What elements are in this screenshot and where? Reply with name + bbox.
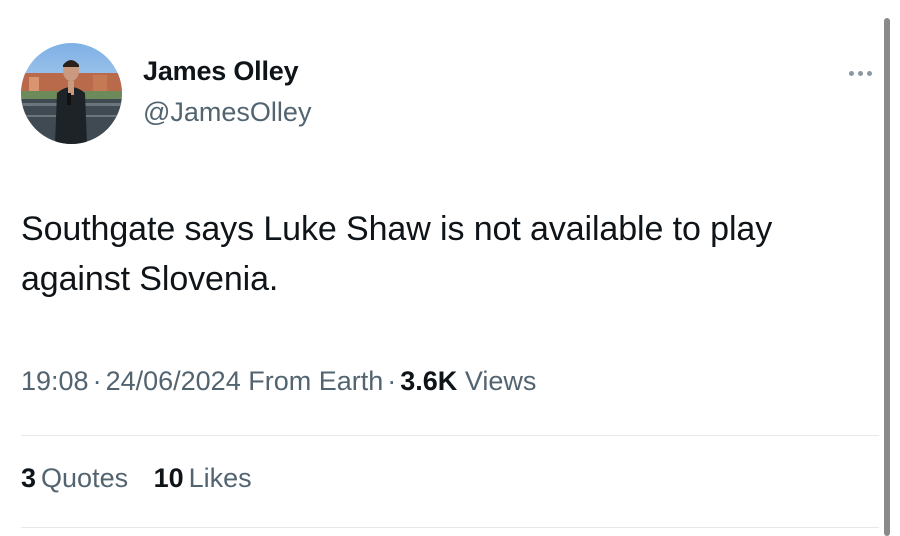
tweet-stats: 3 Quotes 10 Likes: [21, 463, 270, 494]
tweet-source: From Earth: [248, 366, 384, 396]
more-dot: [848, 70, 854, 76]
likes-label: Likes: [188, 463, 252, 493]
tweet-meta: 19:08 · 24/06/2024 From Earth · 3.6K Views: [21, 366, 536, 397]
meta-separator: ·: [92, 366, 102, 396]
divider: [21, 435, 879, 436]
more-horizontal-icon[interactable]: [840, 62, 880, 84]
views-count[interactable]: 3.6K: [400, 366, 457, 396]
divider: [21, 527, 879, 528]
avatar-photo: [21, 43, 122, 144]
more-dot: [857, 70, 863, 76]
more-dot: [866, 70, 872, 76]
avatar[interactable]: [21, 43, 122, 144]
tweet-time[interactable]: 19:08: [21, 366, 89, 396]
quotes-count: 3: [21, 463, 37, 493]
likes-count: 10: [153, 463, 184, 493]
tweet-text: Southgate says Luke Shaw is not availabl…: [21, 210, 773, 298]
scrollbar[interactable]: [884, 18, 890, 536]
likes-link[interactable]: 10 Likes: [154, 463, 252, 493]
quotes-label: Quotes: [41, 463, 129, 493]
views-label: Views: [464, 366, 537, 396]
meta-separator: ·: [387, 366, 397, 396]
tweet-card: James Olley @JamesOlley Southgate says L…: [0, 0, 900, 536]
author-name[interactable]: James Olley: [143, 56, 299, 87]
quotes-link[interactable]: 3 Quotes: [21, 463, 128, 493]
author-handle[interactable]: @JamesOlley: [143, 97, 311, 128]
tweet-date[interactable]: 24/06/2024: [106, 366, 241, 396]
